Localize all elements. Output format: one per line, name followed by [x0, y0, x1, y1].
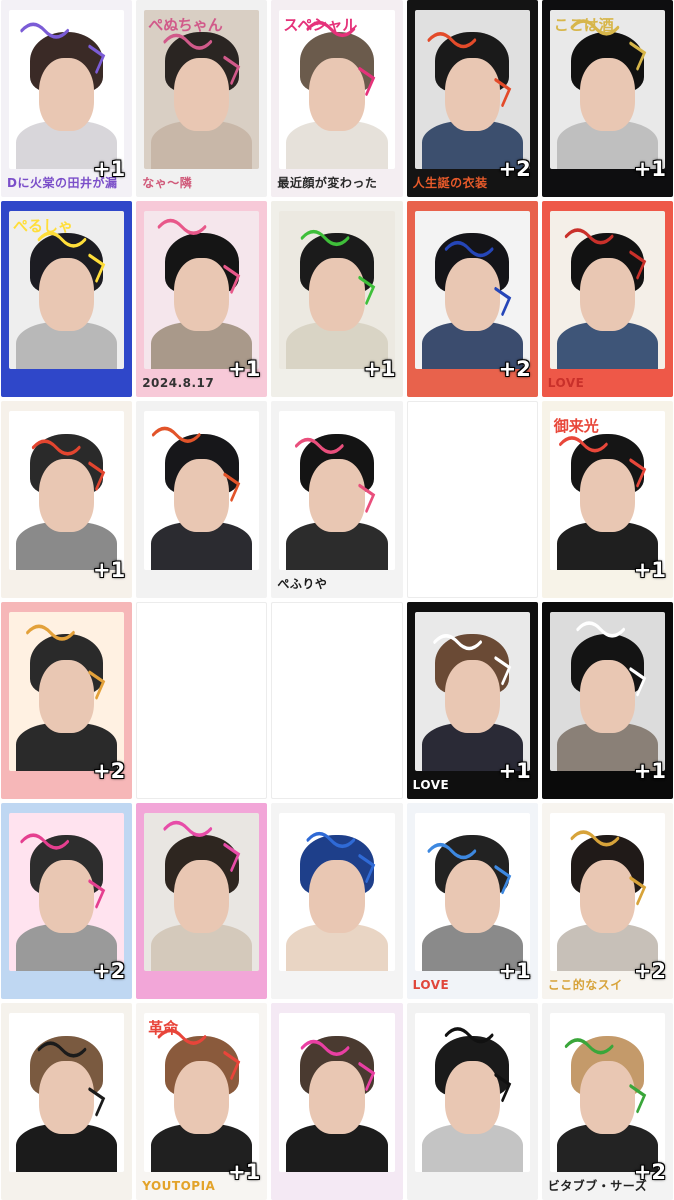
photo-card[interactable]: +1: [271, 200, 403, 398]
photo-card[interactable]: Dに火棠の田井が漏 +1: [1, 0, 133, 197]
doodle-overlay: [301, 1040, 376, 1092]
extra-count-badge: +2: [498, 156, 531, 181]
photo-frame: [279, 1013, 395, 1172]
photo-card[interactable]: [136, 802, 268, 1000]
extra-count-badge: +1: [228, 357, 261, 382]
doodle-overlay: [432, 634, 511, 686]
doodle-overlay: [152, 427, 241, 502]
doodle-overlay: [427, 842, 511, 894]
sticker-label: ぺるしゃ: [13, 216, 74, 235]
photo-card[interactable]: [136, 401, 268, 598]
photo-card[interactable]: スペシャル最近顔が変わった: [271, 0, 403, 197]
photo-card[interactable]: +1: [541, 602, 673, 799]
doodle-overlay: [427, 32, 511, 107]
photo-card[interactable]: +2: [1, 802, 133, 1000]
extra-count-badge: +1: [363, 357, 396, 382]
photo-frame: [9, 1013, 125, 1172]
photo-frame: [9, 612, 125, 771]
sticker-label: ぺぬちゃん: [148, 16, 223, 34]
extra-count-badge: +1: [498, 959, 531, 984]
photo-card[interactable]: LOVE +1: [406, 802, 538, 1000]
sticker-label: スペシャル: [283, 16, 358, 34]
extra-count-badge: +1: [92, 558, 126, 582]
photo-card[interactable]: ぺふりや: [271, 401, 403, 598]
photo-caption: LOVE: [547, 376, 585, 391]
photo-grid: Dに火棠の田井が漏 +1 ぺぬちゃん なゃ〜隣 スペシャル 最近顔が変わった 人生誕の衣装 +…: [0, 0, 674, 1200]
sticker-label: 革命: [148, 1019, 179, 1038]
extra-count-badge: +2: [633, 959, 666, 984]
extra-count-badge: +1: [498, 758, 531, 783]
photo-frame: [144, 411, 260, 570]
doodle-overlay: [37, 1041, 106, 1117]
photo-card[interactable]: 人生誕の衣装 +2: [406, 0, 538, 197]
doodle-overlay: [564, 227, 647, 280]
extra-count-badge: +2: [92, 758, 126, 783]
photo-frame: [9, 411, 125, 570]
sticker-label: 御来光: [553, 417, 599, 436]
extra-count-badge: +2: [92, 959, 126, 984]
photo-card[interactable]: [406, 1003, 538, 1200]
photo-card[interactable]: +1: [1, 401, 133, 598]
doodle-overlay: [26, 624, 106, 700]
doodle-overlay: [570, 829, 647, 905]
photo-frame: [549, 812, 665, 972]
photo-card[interactable]: [271, 802, 403, 1000]
photo-frame: [549, 612, 665, 771]
doodle-overlay: [301, 229, 376, 305]
doodle-overlay: [157, 218, 241, 294]
photo-caption: なゃ〜隣: [142, 175, 193, 190]
doodle-overlay: [163, 820, 241, 872]
doodle-overlay: [576, 621, 647, 697]
photo-card[interactable]: ここ的なスイ +2: [541, 802, 673, 1000]
photo-frame: [414, 10, 530, 169]
photo-card[interactable]: ここは酒 +1: [541, 0, 673, 197]
doodle-overlay: [306, 831, 376, 883]
photo-card[interactable]: 革命 YOUTOPIA +1: [136, 1003, 268, 1200]
photo-frame: [549, 1013, 665, 1172]
extra-count-badge: +2: [498, 357, 531, 382]
photo-card[interactable]: ぺるしゃ: [1, 200, 133, 398]
photo-card[interactable]: ぺぬちゃんなゃ〜隣: [136, 0, 268, 197]
doodle-overlay: [295, 438, 376, 514]
photo-card[interactable]: LOVE +1: [406, 602, 538, 799]
doodle-overlay: [444, 1027, 511, 1103]
photo-frame: [414, 1013, 530, 1172]
photo-frame: [279, 411, 395, 570]
photo-frame: [279, 210, 395, 370]
extra-count-badge: +1: [92, 156, 126, 181]
doodle-overlay: [20, 833, 106, 909]
photo-card[interactable]: [271, 1003, 403, 1200]
photo-frame: [414, 812, 530, 972]
photo-frame: [9, 10, 125, 169]
photo-frame: [9, 812, 125, 972]
extra-count-badge: +2: [633, 1160, 666, 1184]
extra-count-badge: +1: [633, 558, 666, 582]
doodle-overlay: [564, 1038, 647, 1114]
photo-caption: ぺふりや: [277, 577, 328, 591]
doodle-overlay: [20, 22, 106, 74]
photo-card[interactable]: 御来光 +1: [541, 401, 673, 598]
photo-frame: [414, 210, 530, 370]
extra-count-badge: +1: [633, 758, 666, 783]
photo-frame: [144, 210, 260, 370]
photo-frame: [279, 812, 395, 972]
photo-frame: [144, 812, 260, 972]
photo-frame: [549, 210, 665, 370]
photo-card[interactable]: ビタブブ・サーズ +2: [541, 1003, 673, 1200]
extra-count-badge: +1: [633, 156, 666, 181]
photo-card[interactable]: LOVE: [541, 200, 673, 398]
empty-tile: [271, 602, 403, 799]
photo-card[interactable]: +2: [406, 200, 538, 398]
empty-tile: [406, 401, 538, 598]
sticker-label: ここは酒: [553, 16, 614, 34]
photo-card[interactable]: [1, 1003, 133, 1200]
doodle-overlay: [31, 439, 106, 491]
photo-frame: [414, 612, 530, 771]
photo-card[interactable]: 2024.8.17 +1: [136, 200, 268, 398]
doodle-overlay: [444, 240, 511, 316]
photo-card[interactable]: +2: [1, 602, 133, 799]
extra-count-badge: +1: [228, 1160, 261, 1184]
empty-tile: [136, 602, 268, 799]
photo-caption: 最近顔が変わった: [277, 175, 378, 190]
